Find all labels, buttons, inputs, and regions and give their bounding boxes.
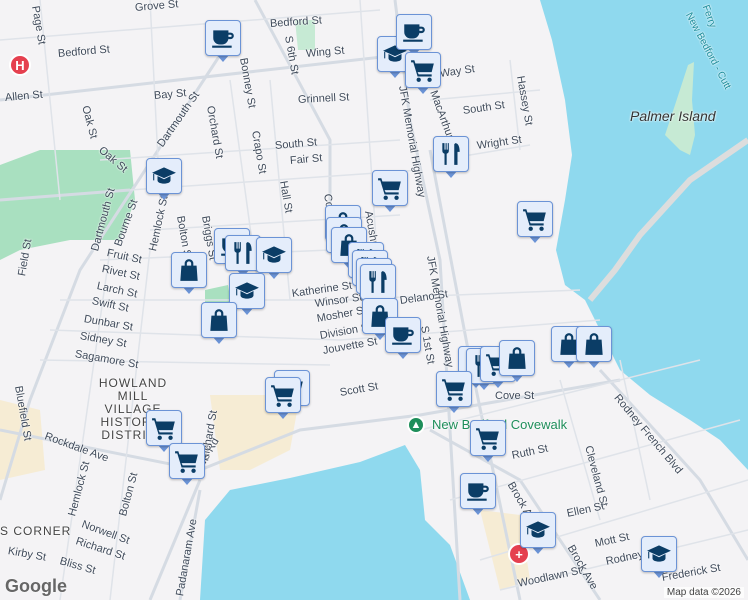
- cap-marker[interactable]: [641, 536, 677, 580]
- marker-box: [396, 14, 432, 50]
- coffee-icon: [390, 322, 416, 348]
- hospital-icon[interactable]: H: [9, 54, 31, 76]
- coffee-marker[interactable]: [460, 473, 496, 517]
- cart-icon: [270, 382, 296, 408]
- marker-box: [436, 371, 472, 407]
- coffee-icon: [401, 19, 427, 45]
- marker-box: [433, 136, 469, 172]
- cart-icon: [522, 206, 548, 232]
- cart-icon: [174, 448, 200, 474]
- utensils-icon: [438, 141, 464, 167]
- marker-box: [146, 410, 182, 446]
- cap-icon: [151, 163, 177, 189]
- cap-marker[interactable]: [520, 512, 556, 556]
- cap-marker[interactable]: [146, 158, 182, 202]
- marker-box: [171, 252, 207, 288]
- place-palmer-island: Palmer Island: [630, 108, 716, 124]
- marker-box: [256, 237, 292, 273]
- cart-marker[interactable]: [436, 371, 472, 415]
- coffee-icon: [465, 478, 491, 504]
- bag-icon: [504, 345, 530, 371]
- google-logo: Google: [5, 576, 67, 596]
- marker-box: [360, 264, 396, 300]
- cart-marker[interactable]: [169, 443, 205, 487]
- cart-icon: [441, 376, 467, 402]
- bag-marker[interactable]: [576, 326, 612, 370]
- cap-icon: [525, 517, 551, 543]
- cart-icon: [475, 425, 501, 451]
- park-icon[interactable]: ▲: [407, 416, 425, 434]
- cart-marker[interactable]: [517, 201, 553, 245]
- cap-icon: [234, 278, 260, 304]
- map-attribution[interactable]: Map data ©2026: [663, 587, 744, 598]
- marker-box: [201, 302, 237, 338]
- marker-box: [460, 473, 496, 509]
- marker-box: [265, 377, 301, 413]
- utensils-marker[interactable]: [433, 136, 469, 180]
- cart-marker[interactable]: [372, 170, 408, 214]
- coffee-icon: [210, 25, 236, 51]
- marker-box: [470, 420, 506, 456]
- cart-icon: [151, 415, 177, 441]
- marker-box: [405, 52, 441, 88]
- place-corner: S CORNER: [0, 524, 72, 538]
- marker-box: [205, 20, 241, 56]
- marker-box: [520, 512, 556, 548]
- cart-marker[interactable]: [405, 52, 441, 96]
- bag-marker[interactable]: [171, 252, 207, 296]
- utensils-icon: [230, 240, 256, 266]
- coffee-marker[interactable]: [205, 20, 241, 64]
- cap-icon: [646, 541, 672, 567]
- marker-box: [146, 158, 182, 194]
- cart-icon: [410, 57, 436, 83]
- marker-box: [385, 317, 421, 353]
- cart-marker[interactable]: [470, 420, 506, 464]
- cart-icon: [377, 175, 403, 201]
- bag-icon: [206, 307, 232, 333]
- marker-box: [169, 443, 205, 479]
- cart-marker[interactable]: [265, 377, 301, 421]
- bag-icon: [176, 257, 202, 283]
- utensils-icon: [365, 269, 391, 295]
- bag-icon: [581, 331, 607, 357]
- marker-box: [517, 201, 553, 237]
- bag-marker[interactable]: [499, 340, 535, 384]
- cap-icon: [261, 242, 287, 268]
- marker-box: [641, 536, 677, 572]
- marker-box: [499, 340, 535, 376]
- bag-marker[interactable]: [201, 302, 237, 346]
- coffee-marker[interactable]: [385, 317, 421, 361]
- marker-box: [372, 170, 408, 206]
- marker-box: [576, 326, 612, 362]
